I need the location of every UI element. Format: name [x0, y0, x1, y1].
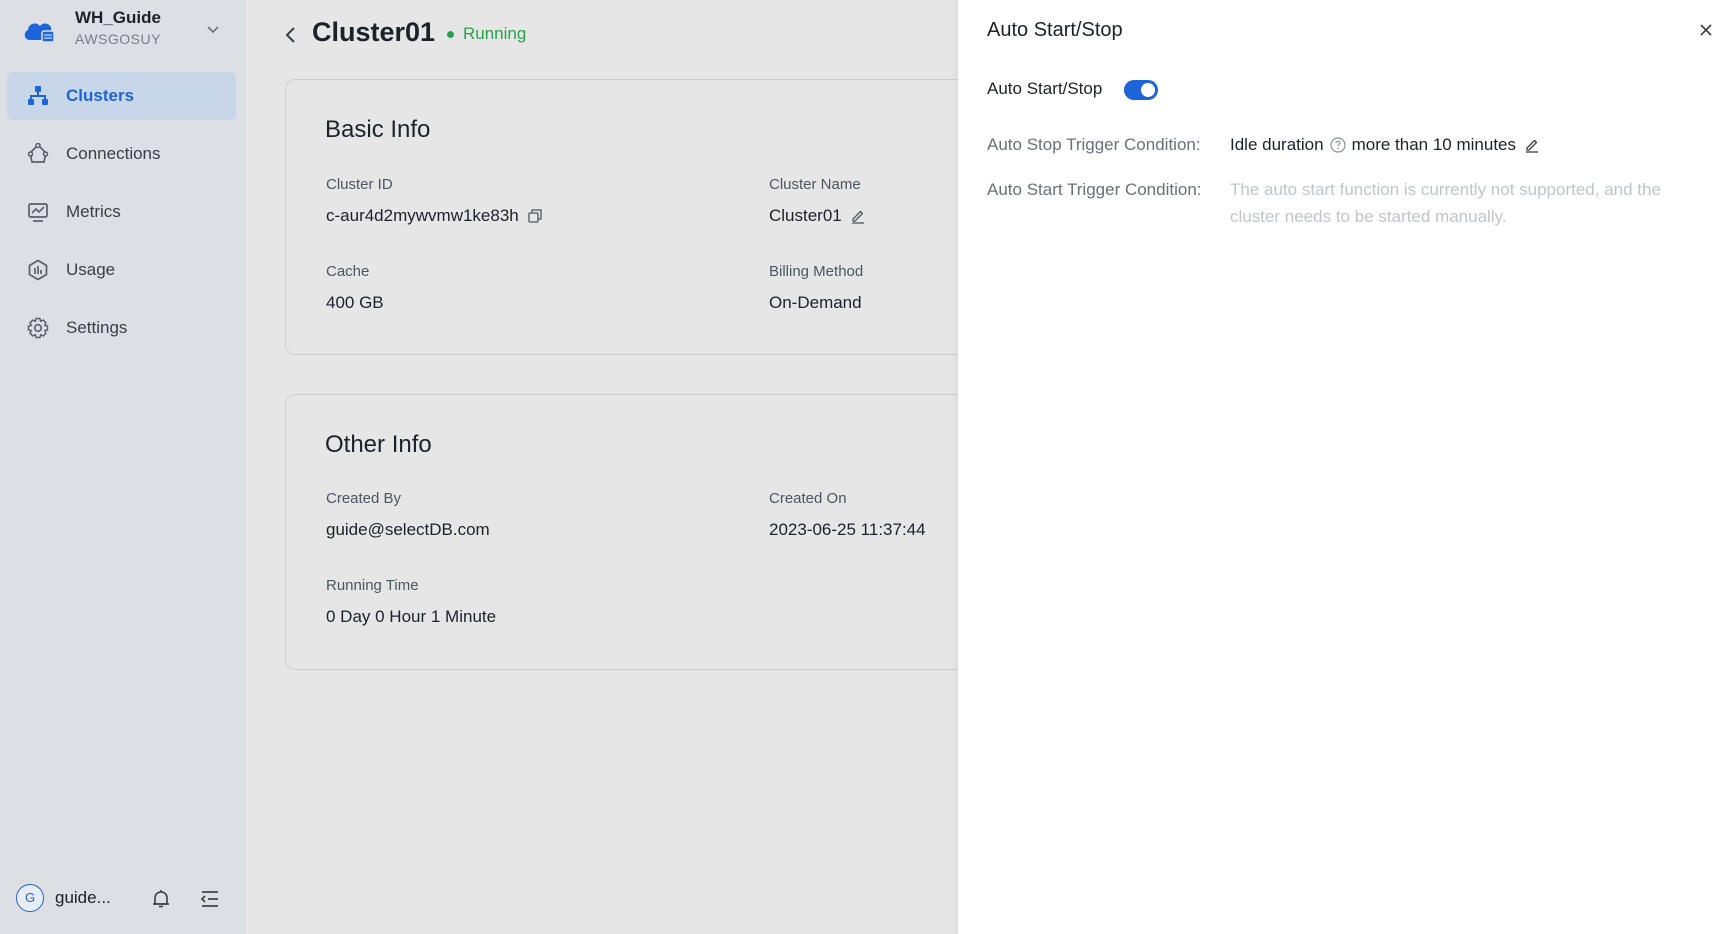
- user-name[interactable]: guide...: [55, 888, 111, 908]
- idle-duration-text: Idle duration: [1230, 135, 1324, 154]
- sidebar-nav: Clusters Connections Metrics Usage Setti…: [7, 72, 236, 362]
- sidebar-item-settings[interactable]: Settings: [7, 304, 236, 352]
- auto-stop-condition-value: Idle duration more than 10 minutes: [1230, 135, 1540, 155]
- user-bar: G guide...: [0, 880, 246, 920]
- billing-method-label: Billing Method: [769, 263, 864, 280]
- created-by-value: guide@selectDB.com: [326, 520, 490, 539]
- cluster-name-value: Cluster01: [769, 206, 866, 226]
- toggle-knob: [1141, 83, 1155, 97]
- auto-start-condition-label: Auto Start Trigger Condition:: [987, 180, 1202, 199]
- auto-start-stop-drawer: Auto Start/Stop Auto Start/Stop Auto Sto…: [958, 0, 1730, 934]
- created-on-label: Created On: [769, 490, 847, 507]
- basic-info-card: Basic Info Cluster ID c-aur4d2mywvmw1ke8…: [285, 79, 985, 355]
- sidebar-item-label: Clusters: [66, 86, 135, 105]
- connections-icon: [27, 143, 49, 163]
- running-time-label: Running Time: [326, 577, 419, 594]
- status-text: Running: [463, 24, 527, 43]
- created-on-value: 2023-06-25 11:37:44: [769, 520, 926, 539]
- edit-icon[interactable]: [850, 208, 866, 224]
- settings-icon: [27, 317, 49, 339]
- question-circle-icon[interactable]: [1329, 137, 1346, 153]
- other-info-card: Other Info Created By guide@selectDB.com…: [285, 394, 985, 670]
- sidebar-item-label: Settings: [66, 318, 128, 337]
- workspace-switcher[interactable]: WH_Guide AWSGOSUY: [0, 0, 246, 62]
- workspace-id: AWSGOSUY: [75, 31, 161, 47]
- metrics-icon: [28, 203, 48, 222]
- cluster-name-label: Cluster Name: [769, 176, 861, 193]
- running-time-value: 0 Day 0 Hour 1 Minute: [326, 607, 497, 626]
- avatar[interactable]: G: [16, 884, 44, 912]
- cache-value: 400 GB: [326, 293, 384, 312]
- menu-fold-icon[interactable]: [199, 888, 221, 910]
- sidebar-item-label: Metrics: [66, 202, 121, 221]
- sidebar-item-label: Connections: [66, 144, 161, 163]
- status-badge: Running: [447, 24, 526, 44]
- auto-start-stop-toggle[interactable]: [1124, 80, 1158, 100]
- bell-icon[interactable]: [150, 888, 172, 910]
- cluster-name-text: Cluster01: [769, 206, 842, 225]
- cluster-id-label: Cluster ID: [326, 176, 393, 193]
- workspace-name: WH_Guide: [75, 8, 161, 27]
- copy-icon[interactable]: [527, 208, 543, 224]
- billing-method-value: On-Demand: [769, 293, 862, 312]
- card-title: Other Info: [325, 431, 432, 458]
- sidebar-item-usage[interactable]: Usage: [7, 246, 236, 294]
- created-by-label: Created By: [326, 490, 402, 507]
- auto-stop-condition-label: Auto Stop Trigger Condition:: [987, 135, 1201, 154]
- cluster-id-value: c-aur4d2mywvmw1ke83h: [326, 206, 543, 226]
- close-icon[interactable]: [1698, 22, 1714, 38]
- cloud-database-icon: [24, 23, 55, 43]
- chevron-down-icon[interactable]: [206, 22, 220, 36]
- auto-start-stop-label: Auto Start/Stop: [987, 79, 1103, 98]
- idle-threshold-text: more than 10 minutes: [1351, 135, 1516, 154]
- card-title: Basic Info: [325, 116, 431, 143]
- sidebar-item-metrics[interactable]: Metrics: [7, 188, 236, 236]
- usage-icon: [28, 259, 48, 281]
- back-arrow-icon[interactable]: [282, 24, 300, 46]
- drawer-title: Auto Start/Stop: [987, 19, 1123, 41]
- cluster-id-text: c-aur4d2mywvmw1ke83h: [326, 206, 519, 225]
- cache-label: Cache: [326, 263, 370, 280]
- cluster-icon: [28, 86, 48, 105]
- auto-start-note: The auto start function is currently not…: [1230, 180, 1661, 226]
- sidebar-item-connections[interactable]: Connections: [7, 130, 236, 178]
- sidebar: WH_Guide AWSGOSUY Clusters Connections M…: [0, 0, 246, 934]
- edit-icon[interactable]: [1524, 137, 1540, 153]
- status-dot-icon: [447, 30, 454, 38]
- sidebar-item-clusters[interactable]: Clusters: [7, 72, 236, 120]
- sidebar-item-label: Usage: [66, 260, 116, 279]
- page-title: Cluster01: [312, 17, 436, 47]
